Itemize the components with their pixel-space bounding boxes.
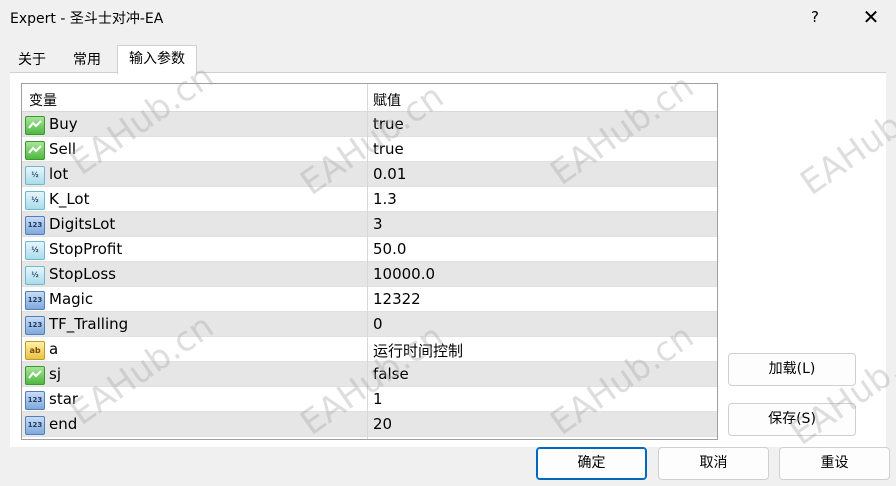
int-icon: 123: [25, 291, 45, 310]
variable-value[interactable]: true: [373, 115, 404, 133]
variable-name: Sell: [49, 140, 77, 158]
variable-value[interactable]: 10000.0: [373, 265, 435, 283]
tab-common[interactable]: 常用: [62, 47, 112, 73]
double-icon: ½: [25, 191, 45, 210]
bool-icon: [25, 141, 45, 160]
load-button[interactable]: 加载(L): [728, 353, 856, 386]
table-row[interactable]: Sell true: [22, 137, 717, 162]
variable-name: DigitsLot: [49, 215, 116, 233]
variable-value[interactable]: 20: [373, 415, 392, 433]
variable-value[interactable]: 50.0: [373, 240, 406, 258]
row-divider: [22, 436, 717, 437]
variable-name: StopProfit: [49, 240, 123, 258]
variable-name: lot: [49, 165, 69, 183]
double-icon: ½: [25, 166, 45, 185]
variable-value[interactable]: 12322: [373, 290, 421, 308]
window-title: Expert - 圣斗士对冲-EA: [10, 11, 164, 27]
variable-name: TF_Tralling: [49, 315, 129, 333]
icon-glyph: ½: [31, 171, 39, 179]
bool-icon: [25, 366, 45, 385]
variable-name: sj: [49, 365, 61, 383]
tab-inputs[interactable]: 输入参数: [117, 45, 197, 74]
tab-about[interactable]: 关于: [10, 47, 54, 73]
double-icon: ½: [25, 241, 45, 260]
title-bar: Expert - 圣斗士对冲-EA ? ✕: [0, 0, 896, 34]
reset-button[interactable]: 重设: [779, 447, 890, 480]
table-row[interactable]: ½ K_Lot 1.3: [22, 187, 717, 212]
bool-icon: [25, 116, 45, 135]
table-row[interactable]: ½ StopLoss 10000.0: [22, 262, 717, 287]
variable-value[interactable]: 运行时间控制: [373, 340, 463, 361]
variable-value[interactable]: false: [373, 365, 409, 383]
icon-glyph: 123: [27, 221, 43, 229]
string-icon: ab: [25, 341, 45, 360]
table-row[interactable]: 123 Magic 12322: [22, 287, 717, 312]
table-row[interactable]: 123 star 1: [22, 387, 717, 412]
icon-glyph: [26, 142, 44, 159]
icon-glyph: [26, 117, 44, 134]
int-icon: 123: [25, 416, 45, 435]
int-icon: 123: [25, 216, 45, 235]
table-row[interactable]: 123 end 20: [22, 412, 717, 437]
variable-value[interactable]: 0: [373, 315, 383, 333]
variable-name: star: [49, 390, 79, 408]
variable-value[interactable]: 3: [373, 215, 383, 233]
variable-name: K_Lot: [49, 190, 90, 208]
variable-name: end: [49, 415, 78, 433]
icon-glyph: ½: [31, 246, 39, 254]
column-separator: [367, 84, 368, 439]
table-row[interactable]: 123 TF_Tralling 0: [22, 312, 717, 337]
icon-glyph: 123: [27, 396, 43, 404]
icon-glyph: [26, 367, 44, 384]
ok-button[interactable]: 确定: [536, 447, 647, 480]
variable-name: StopLoss: [49, 265, 117, 283]
variable-value[interactable]: 0.01: [373, 165, 406, 183]
variable-name: Buy: [49, 115, 78, 133]
variable-name: Magic: [49, 290, 94, 308]
icon-glyph: ½: [31, 196, 39, 204]
icon-glyph: ½: [31, 271, 39, 279]
header-value[interactable]: 赋值: [373, 90, 401, 110]
close-button[interactable]: ✕: [856, 4, 886, 30]
double-icon: ½: [25, 266, 45, 285]
table-row[interactable]: ½ StopProfit 50.0: [22, 237, 717, 262]
table-row[interactable]: Buy true: [22, 112, 717, 137]
cancel-button[interactable]: 取消: [658, 447, 769, 480]
variable-value[interactable]: 1: [373, 390, 383, 408]
inputs-grid: 变量 赋值 Buy true Sell true ½ lot 0.01 ½ K_Lot 1.3 12…: [21, 83, 718, 440]
variable-name: a: [49, 340, 59, 358]
icon-glyph: 123: [27, 421, 43, 429]
icon-glyph: ab: [29, 346, 41, 355]
table-row[interactable]: ½ lot 0.01: [22, 162, 717, 187]
save-button[interactable]: 保存(S): [728, 403, 856, 436]
header-variable[interactable]: 变量: [29, 90, 57, 110]
table-row[interactable]: 123 DigitsLot 3: [22, 212, 717, 237]
variable-value[interactable]: true: [373, 140, 404, 158]
table-row[interactable]: sj false: [22, 362, 717, 387]
grid-header: 变量 赋值: [22, 84, 717, 112]
table-row[interactable]: ab a 运行时间控制: [22, 337, 717, 362]
int-icon: 123: [25, 391, 45, 410]
help-button[interactable]: ?: [800, 4, 830, 30]
icon-glyph: 123: [27, 321, 43, 329]
int-icon: 123: [25, 316, 45, 335]
variable-value[interactable]: 1.3: [373, 190, 397, 208]
icon-glyph: 123: [27, 296, 43, 304]
